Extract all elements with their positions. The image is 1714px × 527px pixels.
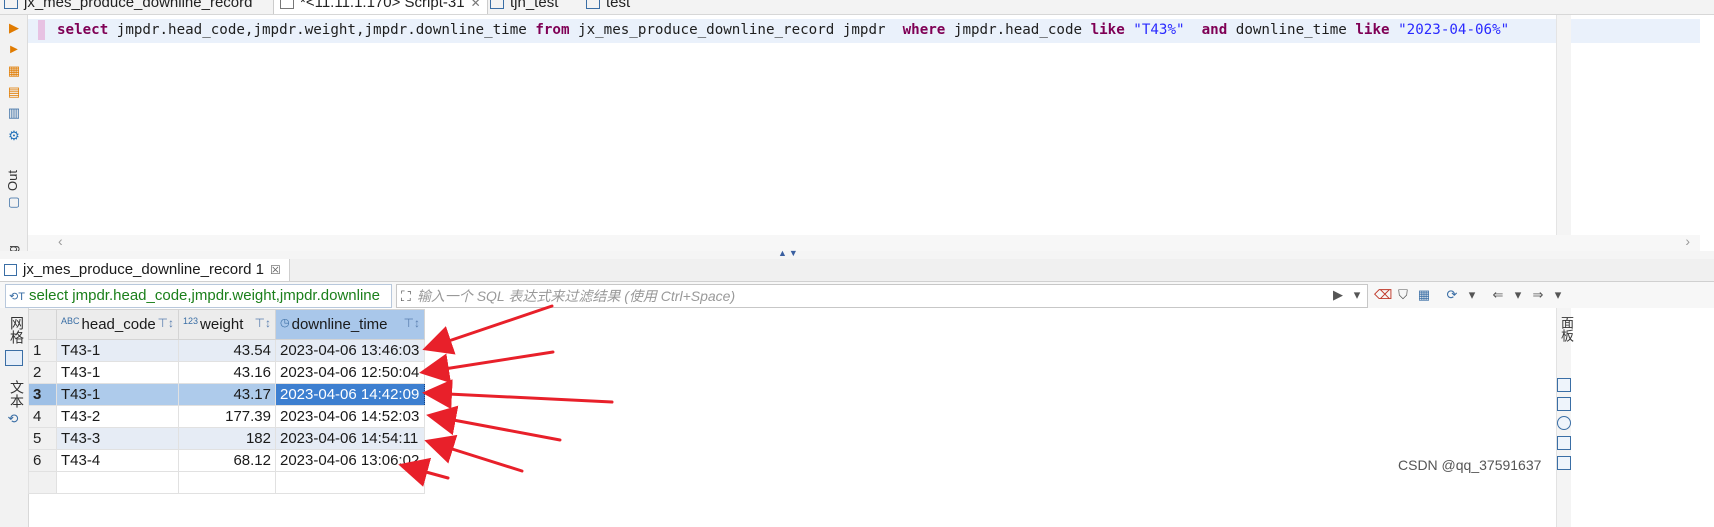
annotation-arrows <box>398 304 614 487</box>
annotation-arrow <box>424 434 524 473</box>
annotation-arrow <box>422 379 614 410</box>
watermark: CSDN @qq_37591637 <box>1398 457 1542 473</box>
annotation-arrow <box>422 304 554 355</box>
annotation-arrow <box>419 350 555 384</box>
annotation-arrow <box>426 405 562 442</box>
annotation-arrow <box>398 457 450 487</box>
